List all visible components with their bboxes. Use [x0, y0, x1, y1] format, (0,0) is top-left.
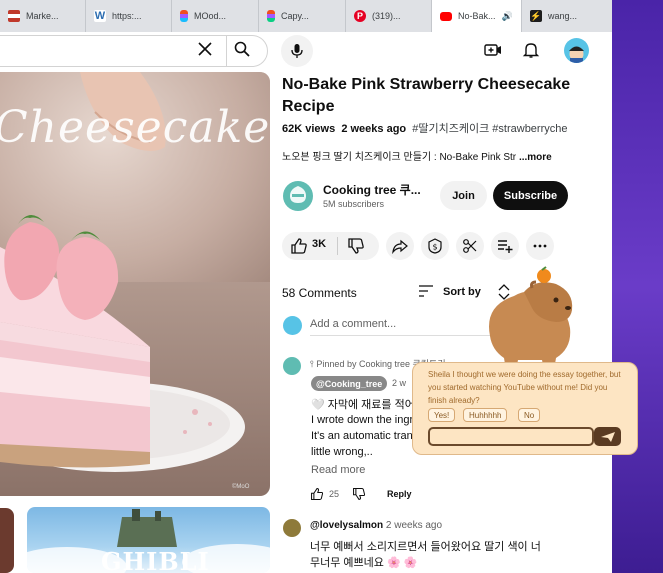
tab-mood[interactable]: MOod... [172, 0, 259, 32]
reply-no-button[interactable]: No [518, 408, 541, 422]
send-icon [600, 431, 615, 442]
comment-avatar[interactable] [283, 357, 301, 375]
video-hashtags[interactable]: #딸기치즈케이크 #strawberrychee [412, 123, 567, 135]
comment-author[interactable]: @lovelysalmon 2 weeks ago [310, 520, 442, 531]
tab-strip: Marke... W https:... MOod... Capy... P (… [0, 0, 612, 32]
more-actions-button[interactable] [526, 232, 554, 260]
tab-marketing[interactable]: Marke... [0, 0, 86, 32]
comment-like-count: 25 [329, 489, 340, 499]
my-avatar [283, 316, 302, 335]
youtube-icon [440, 11, 452, 21]
subscribe-button[interactable]: Subscribe [493, 181, 568, 210]
comment-time: 2 weeks ago [385, 520, 443, 531]
recommended-thumbnail-ghibli[interactable]: GHIBLI [27, 507, 270, 573]
reply-yes-button[interactable]: Yes! [428, 408, 456, 422]
tab-pinterest[interactable]: P (319)... [346, 0, 432, 32]
video-overlay-title: Cheesecake [0, 102, 270, 153]
comment-text-line: 무너무 예쁘네요 🌸 🌸 [310, 557, 418, 569]
search-icon[interactable] [233, 40, 251, 58]
notifications-bell-icon[interactable] [522, 41, 540, 59]
close-icon[interactable] [196, 40, 214, 58]
comment-author-chip[interactable]: @Cooking_tree [311, 376, 388, 391]
sort-icon[interactable] [418, 284, 434, 298]
add-comment-input[interactable]: Add a comment... [310, 318, 396, 330]
thanks-button[interactable]: $ [421, 232, 449, 260]
comment-avatar[interactable] [283, 519, 301, 537]
save-to-playlist-button[interactable] [491, 232, 519, 260]
share-icon [392, 239, 408, 254]
comment-text-line: 🤍 자막에 재료를 적어 [311, 399, 415, 411]
youtube-topbar [0, 32, 612, 70]
subscriber-count: 5M subscribers [323, 199, 385, 209]
thumbs-down-icon[interactable] [347, 237, 365, 255]
description-text: 노오븐 핑크 딸기 치즈케이크 만들기 : No-Bake Pink Str [282, 152, 517, 163]
desktop-background [612, 0, 663, 573]
reply-huh-button[interactable]: Huhhhhh [463, 408, 508, 422]
more-horizontal-icon [533, 244, 547, 248]
video-player[interactable]: Cheesecake ©MoO [0, 72, 270, 496]
svg-text:$: $ [432, 243, 437, 252]
microphone-icon [291, 44, 303, 58]
view-count: 62K views [282, 123, 336, 135]
like-count: 3K [312, 238, 327, 250]
video-title: No-Bake Pink Strawberry Cheesecake Recip… [282, 76, 571, 115]
pinterest-icon: P [354, 10, 366, 22]
w-icon: W [94, 10, 106, 22]
clip-button[interactable] [456, 232, 484, 260]
figma-icon [180, 10, 188, 22]
comment-time[interactable]: 2 w [392, 378, 406, 388]
cooking-tree-logo-icon [290, 186, 306, 203]
voice-search-button[interactable] [281, 35, 313, 67]
pulse-icon: ⚡ [530, 10, 542, 22]
avatar-face-icon [569, 46, 584, 63]
comment-input-underline [310, 335, 490, 336]
upload-age: 2 weeks ago [341, 123, 407, 135]
like-divider [337, 237, 338, 255]
channel-avatar[interactable] [283, 181, 313, 211]
flag-icon [8, 10, 20, 22]
search-divider [226, 35, 227, 67]
tab-capy[interactable]: Capy... [259, 0, 346, 32]
thumbs-up-icon[interactable] [290, 237, 308, 255]
comment-text-line: 너무 예뻐서 소리지르면서 들어왔어요 딸기 색이 너 [310, 541, 541, 553]
create-video-icon[interactable] [484, 41, 502, 59]
video-meta[interactable]: 62K views 2 weeks ago #딸기치즈케이크 #strawber… [282, 120, 567, 136]
recommended-thumbnail[interactable] [0, 508, 14, 573]
reply-button[interactable]: Reply [387, 489, 412, 499]
share-button[interactable] [386, 232, 414, 260]
comment-text-line: little wrong,.. [311, 446, 373, 458]
tab-youtube[interactable]: No-Bak... 🔊 [432, 0, 522, 32]
comment-text-line: It's an automatic tran [311, 430, 413, 442]
capybara-message: Sheila I thought we were doing the essay… [428, 370, 621, 405]
video-description[interactable]: 노오븐 핑크 딸기 치즈케이크 만들기 : No-Bake Pink Str .… [282, 148, 567, 163]
more-link[interactable]: ...more [519, 152, 552, 163]
speaker-icon[interactable]: 🔊 [502, 11, 513, 22]
join-button[interactable]: Join [440, 181, 487, 210]
channel-name[interactable]: Cooking tree 쿠... [323, 181, 421, 198]
tab-https[interactable]: W https:... [86, 0, 172, 32]
send-button[interactable] [594, 427, 621, 446]
super-thanks-icon: $ [428, 238, 442, 254]
thumbs-up-icon[interactable] [310, 487, 324, 501]
thumbnail-title: GHIBLI [101, 547, 210, 573]
capybara-reply-input[interactable] [428, 427, 594, 446]
account-avatar[interactable] [564, 38, 589, 63]
thumbs-down-icon[interactable] [352, 487, 366, 501]
capybara-mascot[interactable] [476, 266, 580, 370]
comment-text-line: I wrote down the ingr [311, 414, 414, 426]
tab-wang[interactable]: ⚡ wang... [522, 0, 612, 32]
video-watermark: ©MoO [232, 484, 250, 490]
search-input[interactable] [0, 35, 268, 67]
read-more-link[interactable]: Read more [311, 464, 365, 476]
comments-count: 58 Comments [282, 286, 357, 300]
figma-icon [267, 10, 275, 22]
playlist-add-icon [498, 240, 513, 253]
scissors-icon [463, 239, 477, 253]
